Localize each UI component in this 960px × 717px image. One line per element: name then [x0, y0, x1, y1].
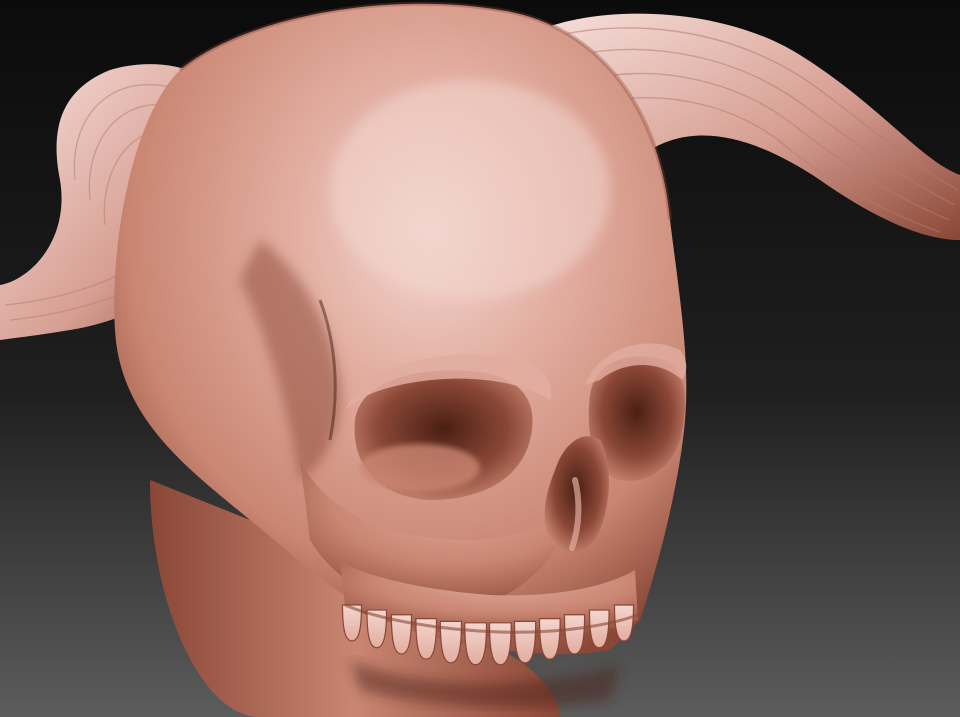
tooth [538, 618, 561, 660]
sculpt-render [0, 0, 960, 717]
tooth [588, 609, 610, 649]
tooth [613, 604, 635, 642]
left-eye-socket-floor [360, 444, 480, 492]
tooth [488, 622, 512, 666]
forehead-highlight [330, 80, 610, 300]
tooth [513, 620, 537, 664]
tooth [563, 614, 586, 655]
viewport [0, 0, 960, 717]
